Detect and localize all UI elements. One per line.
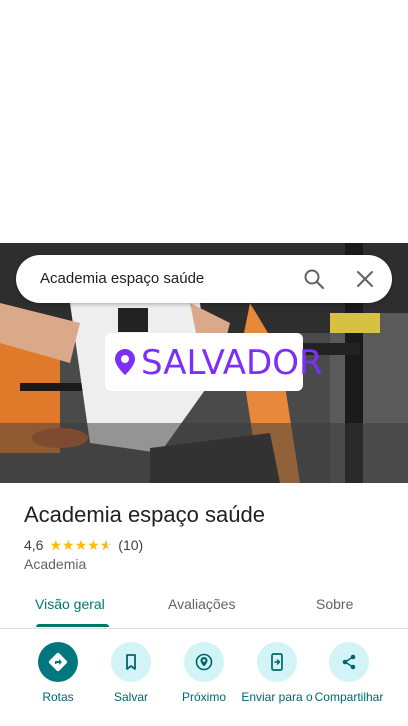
tab-reviews[interactable]: Avaliações bbox=[168, 596, 235, 612]
active-tab-indicator bbox=[36, 624, 109, 627]
search-icon[interactable] bbox=[302, 267, 326, 291]
rating-value: 4,6 bbox=[24, 537, 44, 553]
tab-about[interactable]: Sobre bbox=[316, 596, 353, 612]
save-button[interactable]: Salvar bbox=[95, 642, 167, 704]
place-title: Academia espaço saúde bbox=[24, 502, 265, 527]
share-label: Compartilhar bbox=[314, 690, 384, 704]
nearby-icon bbox=[195, 653, 213, 671]
review-count[interactable]: (10) bbox=[118, 537, 143, 553]
tab-bar: Visão geral Avaliações Sobre bbox=[0, 584, 408, 629]
directions-icon bbox=[48, 652, 68, 672]
share-button[interactable]: Compartilhar bbox=[313, 642, 385, 704]
directions-label: Rotas bbox=[42, 690, 74, 704]
search-bar[interactable]: Academia espaço saúde bbox=[16, 255, 392, 303]
save-label: Salvar bbox=[113, 690, 148, 704]
star-icon: ★ bbox=[74, 537, 88, 553]
search-input[interactable]: Academia espaço saúde bbox=[40, 270, 204, 287]
sticker-text: SALVADOR bbox=[141, 343, 323, 383]
send-to-phone-label: Enviar para o bbox=[241, 690, 313, 704]
tab-overview[interactable]: Visão geral bbox=[35, 596, 105, 612]
action-bar: Rotas Salvar Próximo Enviar para o Compa… bbox=[0, 642, 408, 726]
star-icon: ★ bbox=[87, 537, 100, 553]
share-icon bbox=[342, 654, 356, 670]
half-star-icon: ★ ★ bbox=[99, 537, 113, 553]
bookmark-icon bbox=[126, 654, 136, 670]
location-pin-icon bbox=[115, 349, 135, 375]
star-icon: ★ bbox=[49, 537, 63, 553]
send-to-phone-button[interactable]: Enviar para o bbox=[241, 642, 313, 704]
close-icon[interactable] bbox=[353, 267, 377, 291]
location-sticker: SALVADOR bbox=[105, 333, 323, 391]
star-icon: ★ bbox=[62, 537, 75, 553]
directions-button[interactable]: Rotas bbox=[22, 642, 94, 704]
send-to-phone-icon bbox=[271, 653, 283, 671]
rating-row[interactable]: 4,6 ★ ★ ★ ★ ★ ★ (10) bbox=[24, 536, 143, 554]
star-rating: ★ ★ ★ ★ ★ ★ bbox=[49, 538, 112, 552]
place-category[interactable]: Academia bbox=[24, 556, 86, 572]
nearby-label: Próximo bbox=[181, 690, 226, 704]
nearby-button[interactable]: Próximo bbox=[168, 642, 240, 704]
